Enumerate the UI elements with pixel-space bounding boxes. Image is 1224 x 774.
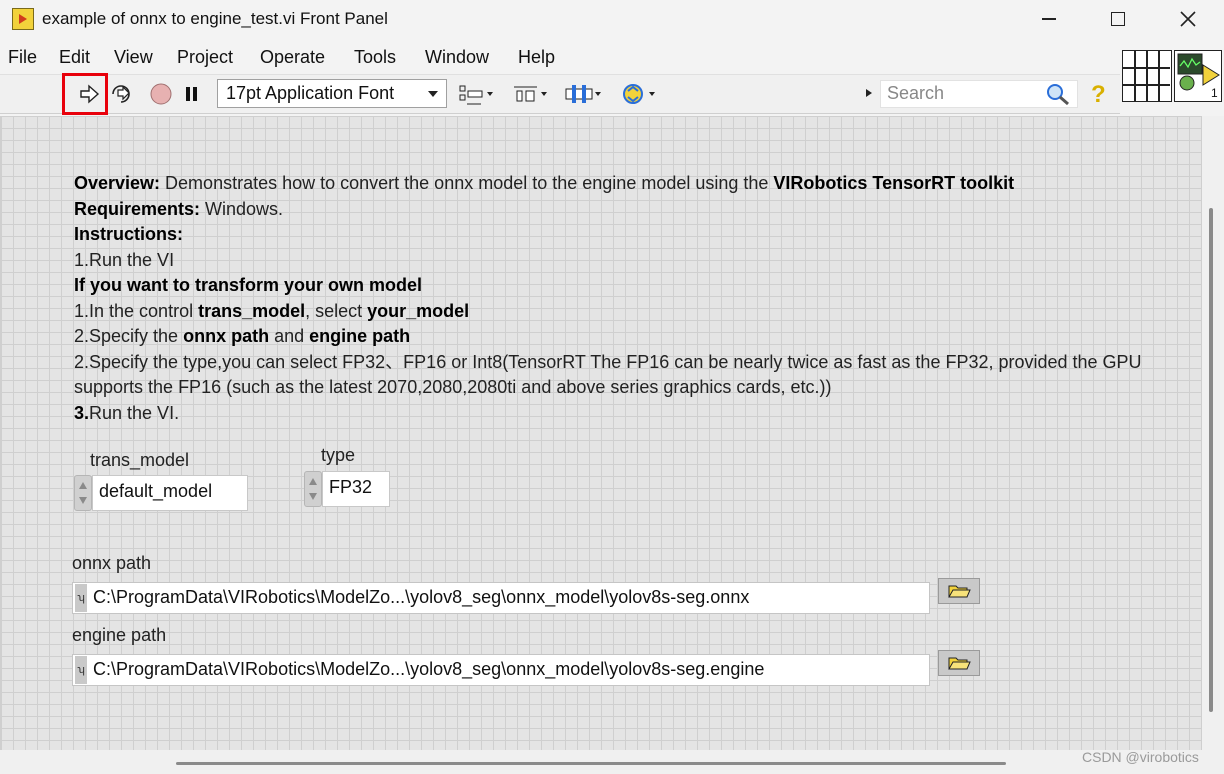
folder-icon [948, 657, 971, 670]
engine-path-label: engine path [72, 625, 167, 645]
abort-button[interactable] [147, 80, 175, 108]
vertical-scrollbar[interactable] [1202, 116, 1224, 750]
labview-vi-icon [12, 8, 34, 30]
description-text: Overview: Demonstrates how to convert th… [74, 173, 1142, 423]
resize-objects-button[interactable] [562, 80, 604, 108]
watermark: CSDN @virobotics [1082, 749, 1199, 765]
pause-icon [186, 87, 197, 101]
chevron-down-icon [428, 91, 438, 97]
context-help-icon[interactable]: ? [1091, 81, 1106, 109]
onnx-path-value: C:\ProgramData\VIRobotics\ModelZo...\yol… [93, 587, 750, 607]
menu-help[interactable]: Help [518, 47, 555, 68]
reorder-icon [623, 84, 655, 104]
maximize-icon [1111, 12, 1125, 26]
trans-model-label: trans_model [90, 450, 190, 470]
engine-browse-button[interactable] [938, 650, 980, 676]
path-icon: ʮ [75, 584, 87, 612]
font-dropdown-value: 17pt Application Font [226, 83, 395, 103]
vi-icon[interactable]: 1 [1174, 50, 1222, 102]
stop-icon [150, 83, 172, 105]
pause-button[interactable] [179, 80, 205, 108]
minimize-button[interactable] [1026, 4, 1072, 34]
engine-path-field[interactable]: ʮ C:\ProgramData\VIRobotics\ModelZo...\y… [72, 654, 930, 686]
path-icon: ʮ [75, 656, 87, 684]
horizontal-scrollbar-thumb[interactable] [176, 762, 1006, 765]
menu-window[interactable]: Window [425, 47, 489, 68]
search-icon [1047, 84, 1069, 106]
menu-view[interactable]: View [114, 47, 153, 68]
vi-graph-icon: 1 [1177, 53, 1220, 100]
type-increment-decrement[interactable] [304, 471, 322, 507]
align-objects-button[interactable] [456, 80, 496, 108]
toolbar-expand-icon[interactable] [866, 89, 872, 97]
trans-model-increment-decrement[interactable] [74, 475, 92, 511]
connector-count: 1 [1211, 86, 1218, 100]
run-continuously-button[interactable] [108, 80, 136, 108]
align-objects-icon [459, 85, 493, 105]
onnx-path-label: onnx path [72, 553, 152, 573]
close-icon [1180, 11, 1196, 27]
run-button-highlight [62, 73, 108, 115]
close-button[interactable] [1165, 4, 1211, 34]
window-title: example of onnx to engine_test.vi Front … [42, 9, 388, 28]
type-value[interactable]: FP32 [322, 471, 390, 507]
run-continuously-icon [112, 85, 130, 103]
type-ring[interactable]: FP32 [304, 471, 390, 507]
onnx-path-field[interactable]: ʮ C:\ProgramData\VIRobotics\ModelZo...\y… [72, 582, 930, 614]
trans-model-value[interactable]: default_model [92, 475, 248, 511]
distribute-objects-button[interactable] [510, 80, 550, 108]
font-dropdown[interactable]: 17pt Application Font [217, 79, 447, 108]
folder-icon [948, 585, 971, 598]
connector-pane[interactable] [1122, 50, 1172, 102]
reorder-button[interactable] [618, 80, 660, 108]
menu-bar: File Edit View Project Operate Tools Win… [0, 44, 1224, 72]
distribute-objects-icon [514, 86, 547, 102]
minimize-icon [1042, 18, 1056, 20]
menu-tools[interactable]: Tools [354, 47, 396, 68]
vertical-scrollbar-thumb[interactable] [1209, 208, 1213, 712]
search-button[interactable] [1044, 82, 1072, 106]
menu-operate[interactable]: Operate [260, 47, 325, 68]
engine-path-value: C:\ProgramData\VIRobotics\ModelZo...\yol… [93, 659, 765, 679]
title-bar: example of onnx to engine_test.vi Front … [0, 0, 1224, 42]
resize-objects-icon [565, 85, 601, 103]
type-label: type [321, 445, 356, 465]
trans-model-ring[interactable]: default_model [74, 475, 248, 511]
maximize-button[interactable] [1095, 4, 1141, 34]
menu-edit[interactable]: Edit [59, 47, 90, 68]
onnx-browse-button[interactable] [938, 578, 980, 604]
menu-project[interactable]: Project [177, 47, 233, 68]
menu-file[interactable]: File [8, 47, 37, 68]
